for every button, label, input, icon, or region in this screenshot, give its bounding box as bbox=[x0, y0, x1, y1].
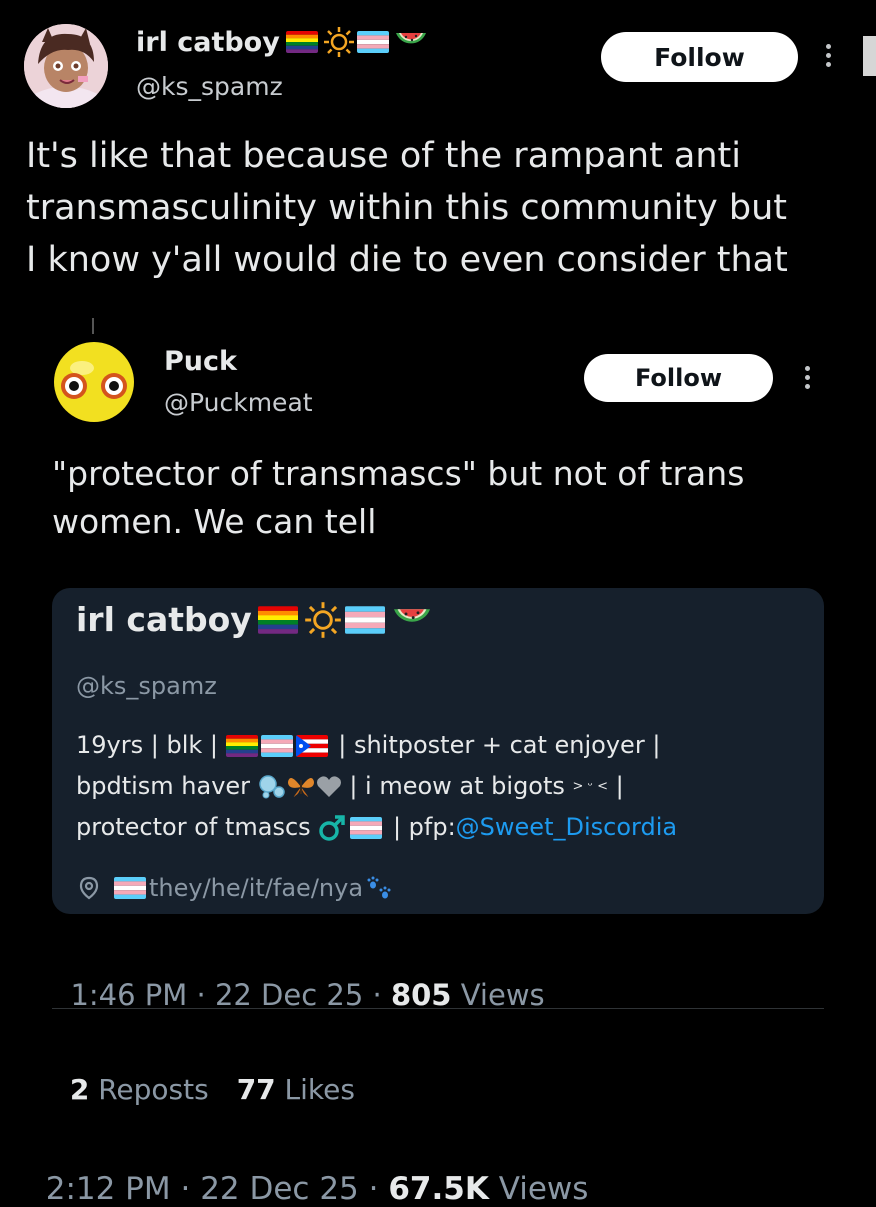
more-icon[interactable] bbox=[805, 366, 810, 389]
watermelon-icon bbox=[395, 33, 426, 44]
likes-count: 77 bbox=[236, 1073, 276, 1106]
bio-line: protector of tmascs | pfp: @Sweet_Discor… bbox=[76, 807, 816, 848]
rainbow-flag-icon bbox=[285, 31, 318, 53]
rainbow-flag-icon bbox=[257, 605, 298, 634]
grey-heart-icon bbox=[316, 775, 341, 797]
bio-text-segment: 19yrs | blk | bbox=[76, 731, 226, 759]
bio-location-row: they/he/it/fae/nya bbox=[76, 874, 393, 902]
quoted-tweet-text: "protector of transmascs" but not of tra… bbox=[52, 450, 744, 546]
sun-icon bbox=[323, 27, 354, 57]
tweet-meta: 2:12 PM · 22 Dec 25 · 67.5K Views bbox=[26, 1135, 589, 1207]
bio-card-handle[interactable]: @ks_spamz bbox=[76, 672, 217, 700]
bio-text-segment: | bbox=[607, 772, 624, 800]
likes-label: Likes bbox=[275, 1073, 355, 1106]
bio-text-segment: | i meow at bigots bbox=[341, 772, 573, 800]
bio-text: 19yrs | blk | | shitposter + cat enjoyer… bbox=[76, 725, 816, 848]
quoted-author-handle[interactable]: @Puckmeat bbox=[164, 388, 313, 417]
quoted-timestamp[interactable]: 1:46 PM · 22 Dec 25 · bbox=[70, 978, 391, 1012]
bio-card-name-row[interactable]: irl catboy bbox=[76, 600, 433, 639]
butterfly-icon bbox=[287, 777, 314, 797]
trans-flag-icon bbox=[114, 877, 146, 899]
tweet-text-line: It's like that because of the rampant an… bbox=[26, 136, 742, 176]
tweet-text-line: women. We can tell bbox=[52, 502, 377, 541]
engagement-stats: 2 Reposts 77 Likes bbox=[52, 1040, 355, 1106]
author-name[interactable]: irl catboy bbox=[136, 27, 280, 58]
bio-text-segment: bpdtism haver bbox=[76, 772, 258, 800]
sun-icon bbox=[304, 601, 341, 638]
watermelon-icon bbox=[393, 608, 430, 622]
bio-line: bpdtism haver | i meow at bigots > ᵕ < | bbox=[76, 766, 816, 807]
tweet-timestamp[interactable]: 2:12 PM · 22 Dec 25 · bbox=[46, 1171, 389, 1207]
tweet-text: It's like that because of the rampant an… bbox=[26, 130, 788, 286]
reposts-stat[interactable]: 2 Reposts bbox=[70, 1073, 209, 1106]
thread-line bbox=[92, 318, 94, 334]
views-count: 67.5K bbox=[388, 1171, 489, 1207]
trans-flag-icon bbox=[260, 734, 293, 757]
bubbles-icon bbox=[258, 774, 285, 798]
quoted-views-label: Views bbox=[451, 978, 545, 1012]
trans-flag-icon bbox=[356, 31, 389, 53]
bio-mention-link[interactable]: @Sweet_Discordia bbox=[456, 807, 677, 848]
male-sign-icon bbox=[319, 814, 346, 841]
bio-text-segment: | pfp: bbox=[385, 813, 456, 841]
reposts-count: 2 bbox=[69, 1073, 90, 1106]
scrollbar[interactable] bbox=[863, 36, 876, 76]
author-avatar[interactable] bbox=[24, 24, 108, 108]
quoted-tweet-meta: 1:46 PM · 22 Dec 25 · 805 Views bbox=[52, 944, 545, 1012]
tweet-text-line: I know y'all would die to even consider … bbox=[26, 240, 788, 280]
location-icon bbox=[79, 876, 99, 900]
tweet-text-line: "protector of transmascs" but not of tra… bbox=[52, 454, 745, 493]
trans-flag-icon bbox=[344, 605, 385, 634]
more-icon[interactable] bbox=[826, 44, 831, 67]
follow-button[interactable]: Follow bbox=[601, 32, 798, 82]
bio-line: 19yrs | blk | | shitposter + cat enjoyer… bbox=[76, 725, 816, 766]
quoted-follow-button[interactable]: Follow bbox=[584, 354, 773, 402]
bio-text-segment: > ᵕ < bbox=[572, 779, 608, 794]
reposts-label: Reposts bbox=[89, 1073, 209, 1106]
likes-stat[interactable]: 77 Likes bbox=[237, 1073, 355, 1106]
paw-prints-icon bbox=[367, 876, 391, 899]
tweet-text-line: transmasculinity within this community b… bbox=[26, 188, 787, 228]
bio-location: they/he/it/fae/nya bbox=[149, 874, 364, 902]
divider bbox=[52, 1008, 824, 1009]
author-handle[interactable]: @ks_spamz bbox=[136, 72, 283, 101]
quoted-author-name[interactable]: Puck bbox=[164, 346, 237, 377]
quoted-author-avatar[interactable] bbox=[52, 340, 136, 424]
quoted-views-count: 805 bbox=[390, 978, 452, 1012]
puerto-rico-flag-icon bbox=[295, 734, 328, 757]
bio-text-segment: | shitposter + cat enjoyer | bbox=[330, 731, 661, 759]
bio-text-segment: protector of tmascs bbox=[76, 813, 319, 841]
rainbow-flag-icon bbox=[225, 734, 258, 757]
trans-flag-icon bbox=[350, 816, 383, 839]
author-name-row[interactable]: irl catboy bbox=[136, 26, 428, 58]
views-label: Views bbox=[488, 1171, 589, 1207]
bio-card-name[interactable]: irl catboy bbox=[76, 600, 252, 639]
